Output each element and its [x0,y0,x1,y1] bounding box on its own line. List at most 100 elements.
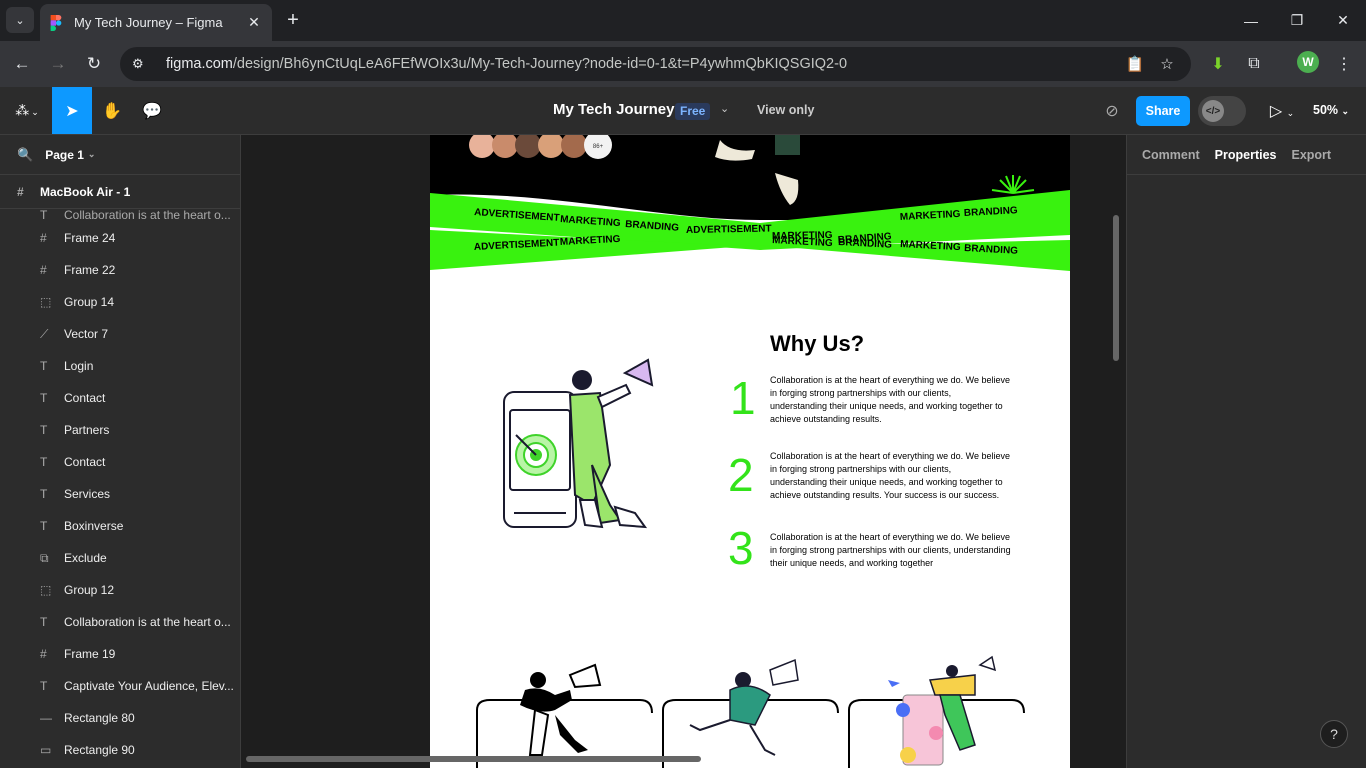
tab-search-button[interactable]: ⌄ [6,7,34,33]
dev-mode-toggle[interactable]: </> [1198,96,1246,126]
layer-item[interactable]: ⟋ Vector 7 [0,318,240,350]
layer-item[interactable]: ⬚ Group 14 [0,286,240,318]
woman-megaphone-illustration [568,358,654,529]
chevron-down-icon[interactable]: ⌄ [720,102,729,115]
text-icon: T [40,423,48,437]
layer-item[interactable]: T Contact [0,382,240,414]
extensions-puzzle-icon[interactable]: ⧉ [1242,52,1266,76]
ribbon-word: ADVERTISEMENT [686,224,772,236]
search-icon[interactable]: 🔍 [17,147,33,163]
hand-tool-button[interactable]: ✋ [92,87,132,134]
layer-label: Frame 24 [64,231,116,245]
download-extension-icon[interactable]: ⬇ [1206,52,1230,76]
canvas[interactable]: 86+ ADVERTISEMENT MARKETING BRANDING ADVERT… [241,135,1126,768]
macbook-air-frame: 86+ ADVERTISEMENT MARKETING BRANDING ADVERT… [430,135,1070,768]
url-path: /design/Bh6ynCtUqLeA6FEfWOIx3u/My-Tech-J… [232,56,848,72]
frame-icon: # [17,184,24,199]
more-menu-icon[interactable]: ⋮ [1332,52,1356,76]
site-info-icon[interactable]: ⚙ [132,56,152,72]
chevron-down-icon: ⌄ [1341,106,1350,116]
layer-label: Group 14 [64,295,115,309]
frame-icon: # [40,231,47,245]
close-window-button[interactable]: ✕ [1320,0,1366,41]
browser-tab[interactable]: My Tech Journey – Figma ✕ [40,4,272,41]
reload-icon: ↻ [86,54,102,73]
profile-avatar[interactable]: W [1297,51,1319,73]
chevron-down-icon: ⌄ [87,149,96,159]
layer-item[interactable]: T Services [0,478,240,510]
tab-title: My Tech Journey – Figma [74,15,223,30]
layer-label: Captivate Your Audience, Elev... [64,679,234,693]
layer-item[interactable]: T Contact [0,446,240,478]
layer-item[interactable]: T Collaboration is at the heart o... [0,209,240,222]
point-number: 3 [728,522,754,574]
phone-illustration [503,391,577,528]
layer-item[interactable]: T Partners [0,414,240,446]
tab-comment[interactable]: Comment [1142,148,1200,162]
arrow-left-icon: ← [13,54,31,73]
clipboard-icon[interactable]: 📋 [1124,53,1146,75]
question-icon: ? [1330,726,1338,742]
hide-ui-icon[interactable]: ⊘ [1092,87,1132,134]
bookmark-star-icon[interactable]: ☆ [1156,53,1178,75]
layer-label: Login [64,359,94,373]
minimize-window-button[interactable]: — [1228,0,1274,41]
layer-item[interactable]: T Captivate Your Audience, Elev... [0,670,240,702]
layer-item[interactable]: T Collaboration is at the heart o... [0,606,240,638]
frame-name: MacBook Air - 1 [40,184,131,199]
layer-item[interactable]: # Frame 19 [0,638,240,670]
comment-tool-button[interactable]: 💬 [132,87,172,134]
text-icon: T [40,679,48,693]
arrow-right-icon: → [49,54,67,73]
layer-item[interactable]: — Rectangle 80 [0,702,240,734]
group-icon: ⬚ [40,583,52,597]
rect-icon: ▭ [40,743,52,757]
present-button[interactable]: ▷ ⌄ [1262,87,1302,134]
layer-label: Boxinverse [64,519,124,533]
layer-label: Collaboration is at the heart o... [64,615,231,629]
layer-item[interactable]: ▭ Rectangle 90 [0,734,240,766]
tab-properties[interactable]: Properties [1215,148,1277,162]
layer-item[interactable]: T Boxinverse [0,510,240,542]
browser-tab-bar: ⌄ My Tech Journey – Figma ✕ + — ❐ ✕ [0,0,1366,41]
play-icon: ▷ ⌄ [1269,102,1295,120]
horizontal-scrollbar[interactable] [246,756,701,762]
layer-label: Vector 7 [64,327,109,341]
close-tab-icon[interactable]: ✕ [246,14,262,31]
back-button[interactable]: ← [8,50,36,78]
layer-label: Contact [64,391,106,405]
frame-icon: # [40,263,47,277]
text-icon: T [40,391,48,405]
layer-label: Frame 22 [64,263,116,277]
new-tab-button[interactable]: + [282,8,304,32]
move-tool-button[interactable]: ➤ [52,87,92,134]
address-bar[interactable]: ⚙ figma.com/design/Bh6ynCtUqLeA6FEfWOIx3… [120,47,1191,81]
layer-item[interactable]: T Login [0,350,240,382]
reload-button[interactable]: ↻ [80,50,108,78]
text-icon: T [40,455,48,469]
forward-button[interactable]: → [44,50,72,78]
share-button[interactable]: Share [1136,96,1190,126]
vertical-scrollbar[interactable] [1113,215,1119,361]
figma-logo-icon [50,14,64,31]
page-selector[interactable]: 🔍 Page 1 ⌄ [0,135,240,175]
point-text: Collaboration is at the heart of everyth… [770,375,1010,424]
layer-item[interactable]: ⧉ Exclude [0,542,240,574]
layer-item[interactable]: # Frame 22 [0,254,240,286]
frame-layer[interactable]: # MacBook Air - 1 [0,175,240,209]
social-media-person-illustration [888,655,997,766]
tab-export[interactable]: Export [1292,148,1332,162]
main-menu-button[interactable]: ⁂ ⌄ [8,87,46,134]
layer-item[interactable]: # Frame 24 [0,222,240,254]
layer-label: Partners [64,423,110,437]
text-icon: T [40,359,48,373]
help-button[interactable]: ? [1320,720,1348,748]
zoom-level[interactable]: 50% ⌄ [1313,103,1349,117]
point-text: Collaboration is at the heart of everyth… [770,532,1011,568]
layer-item[interactable]: ⬚ Group 12 [0,574,240,606]
leg-shape [775,135,800,155]
file-title[interactable]: My Tech Journey [553,101,674,118]
megaphone-person-illustration [520,663,602,756]
restore-window-button[interactable]: ❐ [1274,0,1320,41]
point-number: 1 [730,372,756,424]
